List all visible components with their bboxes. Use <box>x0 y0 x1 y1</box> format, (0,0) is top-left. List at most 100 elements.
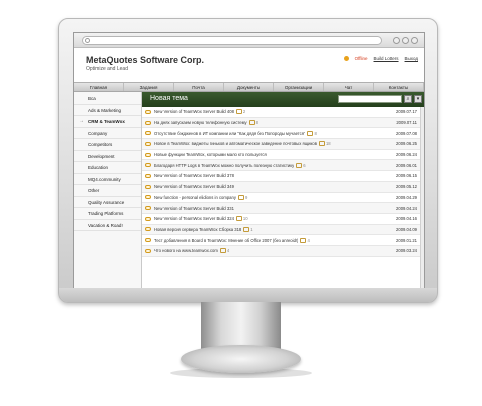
sidebar-item[interactable]: Competitors <box>74 139 141 151</box>
sidebar-item[interactable]: Development <box>74 151 141 162</box>
topic-row[interactable]: New Version of TeamWox Server Build 349 2… <box>142 181 424 193</box>
top-links: Offline Build Lotters Выход <box>343 56 418 61</box>
status-icon <box>343 56 349 61</box>
topic-row[interactable]: New Version of TeamWox Server Build 408 2… <box>142 107 424 118</box>
topic-title[interactable]: Новая версия сервера TeamWox Сборка 318 <box>154 227 241 232</box>
sidebar-item[interactable]: Other <box>74 185 141 197</box>
comment-count: 2 <box>236 109 245 114</box>
topic-date: 2009.06.15 <box>396 173 417 179</box>
sidebar-item[interactable]: MQ4.community <box>74 174 141 185</box>
topic-title[interactable]: Новые функции TeamWox, которыми мало кто… <box>154 152 267 157</box>
topic-date: 2009.04.24 <box>396 205 417 211</box>
topic-row[interactable]: Благодаря HTTP Logs в TeamWox можно полу… <box>142 160 424 172</box>
sidebar-item[interactable]: Bca <box>74 93 141 105</box>
topic-icon <box>145 141 151 146</box>
topic-title[interactable]: New function - personal elidions in comp… <box>154 195 236 200</box>
topic-title[interactable]: Отсутствие бэкдженов в ИТ компании или "… <box>154 131 305 136</box>
topic-row[interactable]: На днях запускаем новую телефонную систе… <box>142 117 424 129</box>
topic-row[interactable]: Новые функции TeamWox, которыми мало кто… <box>142 150 424 161</box>
nav-tab-tasks[interactable]: Задания <box>124 83 174 91</box>
topic-list: New Version of TeamWox Server Build 408 2… <box>142 107 424 257</box>
comment-count: 8 <box>307 131 316 136</box>
topic-title[interactable]: New Version of TeamWox Server Build 331 <box>154 206 234 211</box>
topic-date: 2009.06.24 <box>396 152 417 158</box>
topic-icon <box>145 131 151 136</box>
topic-row[interactable]: Тест добавления в Board в TeamWox: Мнени… <box>142 235 424 246</box>
topic-row[interactable]: New Version of TeamWox Server Build 324 1… <box>142 214 424 225</box>
nav-tab-chat[interactable]: Чат <box>324 83 374 91</box>
topic-icon <box>145 184 151 189</box>
comment-count: 4 <box>300 238 309 243</box>
user-link[interactable]: Build Lotters <box>374 56 399 61</box>
topic-icon <box>145 152 151 157</box>
scrollbar[interactable] <box>420 107 424 288</box>
topic-title[interactable]: New Version of TeamWox Server Build 324 <box>154 216 234 221</box>
scene: MetaQuotes Software Corp. Optimize and L… <box>0 0 482 406</box>
site-header: MetaQuotes Software Corp. Optimize and L… <box>74 48 424 82</box>
topic-date: 2009.07.08 <box>396 130 417 136</box>
topic-title[interactable]: Тест добавления в Board в TeamWox: Мнени… <box>154 238 298 243</box>
topic-row[interactable]: Отсутствие бэкдженов в ИТ компании или "… <box>142 128 424 140</box>
comment-count: 18 <box>319 141 331 146</box>
maximize-icon[interactable] <box>402 37 409 44</box>
topic-icon <box>145 195 151 200</box>
topic-row[interactable]: New Version of TeamWox Server Build 331 2… <box>142 203 424 214</box>
browser-toolbar <box>74 33 424 48</box>
nav-tab-contacts[interactable]: Контакты <box>374 83 424 91</box>
topic-title[interactable]: На днях запускаем новую телефонную систе… <box>154 120 247 125</box>
nav-tab-mail[interactable]: Почта <box>174 83 224 91</box>
nav-tab-home[interactable]: Главная <box>74 83 124 91</box>
topic-date: 2009.04.09 <box>396 226 417 232</box>
monitor-frame: MetaQuotes Software Corp. Optimize and L… <box>58 18 438 303</box>
topic-title[interactable]: Новое в TeamWox: виджеты гиньков и автом… <box>154 141 317 146</box>
filter-icon[interactable]: ▾ <box>414 95 422 103</box>
topic-row[interactable]: New Version of TeamWox Server Build 378 2… <box>142 171 424 182</box>
search-icon[interactable]: ⌕ <box>404 95 412 103</box>
sidebar: Bca Ads & Marketing CRM & TeamWox Compan… <box>74 92 142 288</box>
topic-row[interactable]: Новая версия сервера TeamWox Сборка 318 1… <box>142 224 424 236</box>
sidebar-item[interactable]: Trading Platforms <box>74 208 141 220</box>
topic-date: 2009.03.24 <box>396 248 417 254</box>
topic-title[interactable]: Благодаря HTTP Logs в TeamWox можно полу… <box>154 163 294 168</box>
address-bar[interactable] <box>82 36 382 45</box>
nav-tab-documents[interactable]: Документы <box>224 83 274 91</box>
topic-title[interactable]: New Version of TeamWox Server Build 378 <box>154 173 234 178</box>
comment-count: 9 <box>238 195 247 200</box>
comment-count: 4 <box>220 248 229 253</box>
topic-icon <box>145 173 151 178</box>
topic-date: 2009.01.21 <box>396 237 417 243</box>
topic-date: 2009.07.17 <box>396 109 417 115</box>
exit-link[interactable]: Выход <box>405 56 418 61</box>
panel-header: Новая тема ⌕ ▾ <box>142 92 424 107</box>
topic-row[interactable]: Новое в TeamWox: виджеты гиньков и автом… <box>142 139 424 150</box>
comment-count: 10 <box>236 216 248 221</box>
sidebar-item[interactable]: Ads & Marketing <box>74 105 141 116</box>
search-input[interactable] <box>338 95 402 103</box>
topic-icon <box>145 238 151 243</box>
close-icon[interactable] <box>411 37 418 44</box>
topic-icon <box>145 206 151 211</box>
topic-icon <box>145 227 151 232</box>
nav-tab-organizations[interactable]: Организации <box>274 83 324 91</box>
screen: MetaQuotes Software Corp. Optimize and L… <box>73 32 425 289</box>
comment-count: 1 <box>243 227 252 232</box>
topic-title[interactable]: New Version of TeamWox Server Build 408 <box>154 109 234 114</box>
sidebar-item-active[interactable]: CRM & TeamWox <box>74 116 141 128</box>
sidebar-item[interactable]: Vacation & Road! <box>74 220 141 231</box>
topic-icon <box>145 120 151 125</box>
topic-title[interactable]: Что нового на www.teamwox.com <box>154 248 218 253</box>
sidebar-item[interactable]: Quality Assurance <box>74 197 141 208</box>
minimize-icon[interactable] <box>393 37 400 44</box>
window-controls <box>393 37 418 44</box>
topic-title[interactable]: New Version of TeamWox Server Build 349 <box>154 184 234 189</box>
sidebar-item[interactable]: Company <box>74 128 141 139</box>
offline-status[interactable]: Offline <box>355 56 368 61</box>
topic-row[interactable]: Что нового на www.teamwox.com 4 2009.03.24 <box>142 245 424 257</box>
topic-date: 2009.04.29 <box>396 194 417 200</box>
topic-row[interactable]: New function - personal elidions in comp… <box>142 193 424 204</box>
brand-tagline: Optimize and Lead <box>86 66 128 72</box>
address-icon <box>85 38 90 43</box>
new-topic-title[interactable]: Новая тема <box>150 95 188 102</box>
sidebar-item[interactable]: Education <box>74 162 141 174</box>
topic-date: 2009.04.16 <box>396 216 417 222</box>
